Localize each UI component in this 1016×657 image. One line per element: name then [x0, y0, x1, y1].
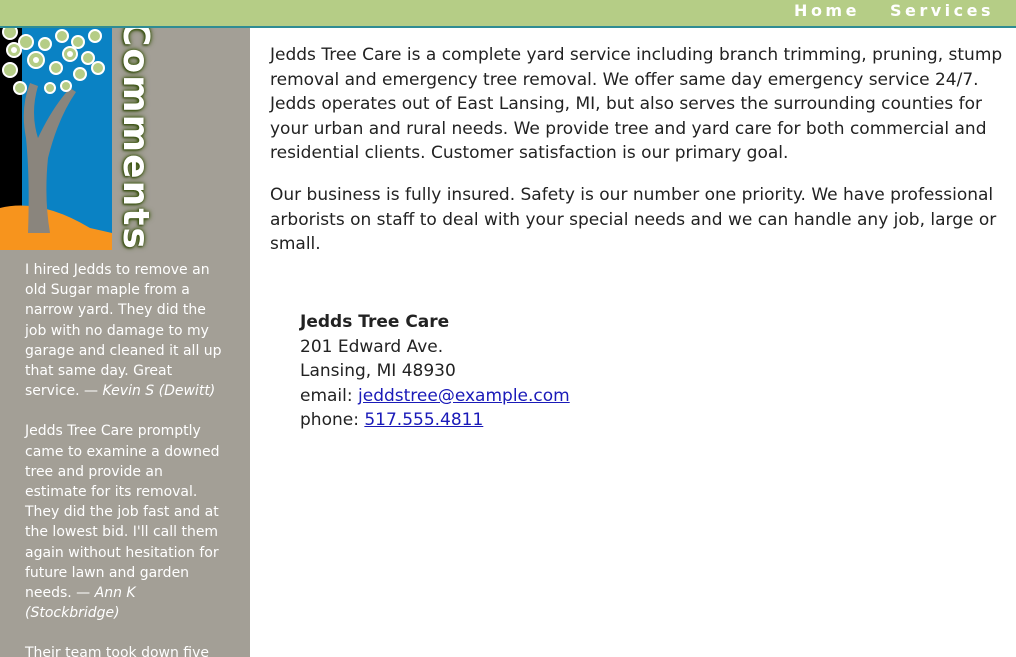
testimonials-list: I hired Jedds to remove an old Sugar map…	[25, 260, 225, 657]
main-nav: Home Services	[794, 1, 994, 20]
testimonial-text: Their team took down five	[25, 645, 210, 657]
street-address: 201 Edward Ave.	[300, 336, 444, 357]
comments-heading: Comments	[115, 28, 156, 251]
main-content: Jedds Tree Care is a complete yard servi…	[270, 43, 1005, 274]
email-label: email:	[300, 385, 359, 406]
insurance-paragraph: Our business is fully insured. Safety is…	[270, 184, 997, 255]
city-state-zip: Lansing, MI 48930	[300, 361, 456, 382]
testimonial: Jedds Tree Care promptly came to examine…	[25, 421, 225, 623]
phone-link[interactable]: 517.555.4811	[364, 410, 483, 430]
testimonial-author: Kevin S (Dewitt)	[102, 383, 216, 400]
testimonial: I hired Jedds to remove an old Sugar map…	[25, 260, 225, 401]
testimonial: Their team took down five	[25, 643, 225, 657]
contact-address: Jedds Tree Care 201 Edward Ave. Lansing,…	[300, 310, 570, 433]
sidebar: Comments I hired Jedds to remove an old …	[0, 28, 250, 657]
nav-services-link[interactable]: Services	[890, 1, 994, 20]
testimonial-text: Jedds Tree Care promptly came to examine…	[25, 423, 220, 602]
business-name: Jedds Tree Care	[300, 312, 450, 332]
top-bar: Home Services	[0, 0, 1016, 28]
testimonial-text: I hired Jedds to remove an old Sugar map…	[25, 262, 222, 400]
phone-label: phone:	[300, 410, 365, 431]
intro-paragraph: Jedds Tree Care is a complete yard servi…	[270, 45, 1003, 164]
nav-home-link[interactable]: Home	[794, 1, 860, 20]
email-link[interactable]: jeddstree@example.com	[358, 386, 570, 406]
